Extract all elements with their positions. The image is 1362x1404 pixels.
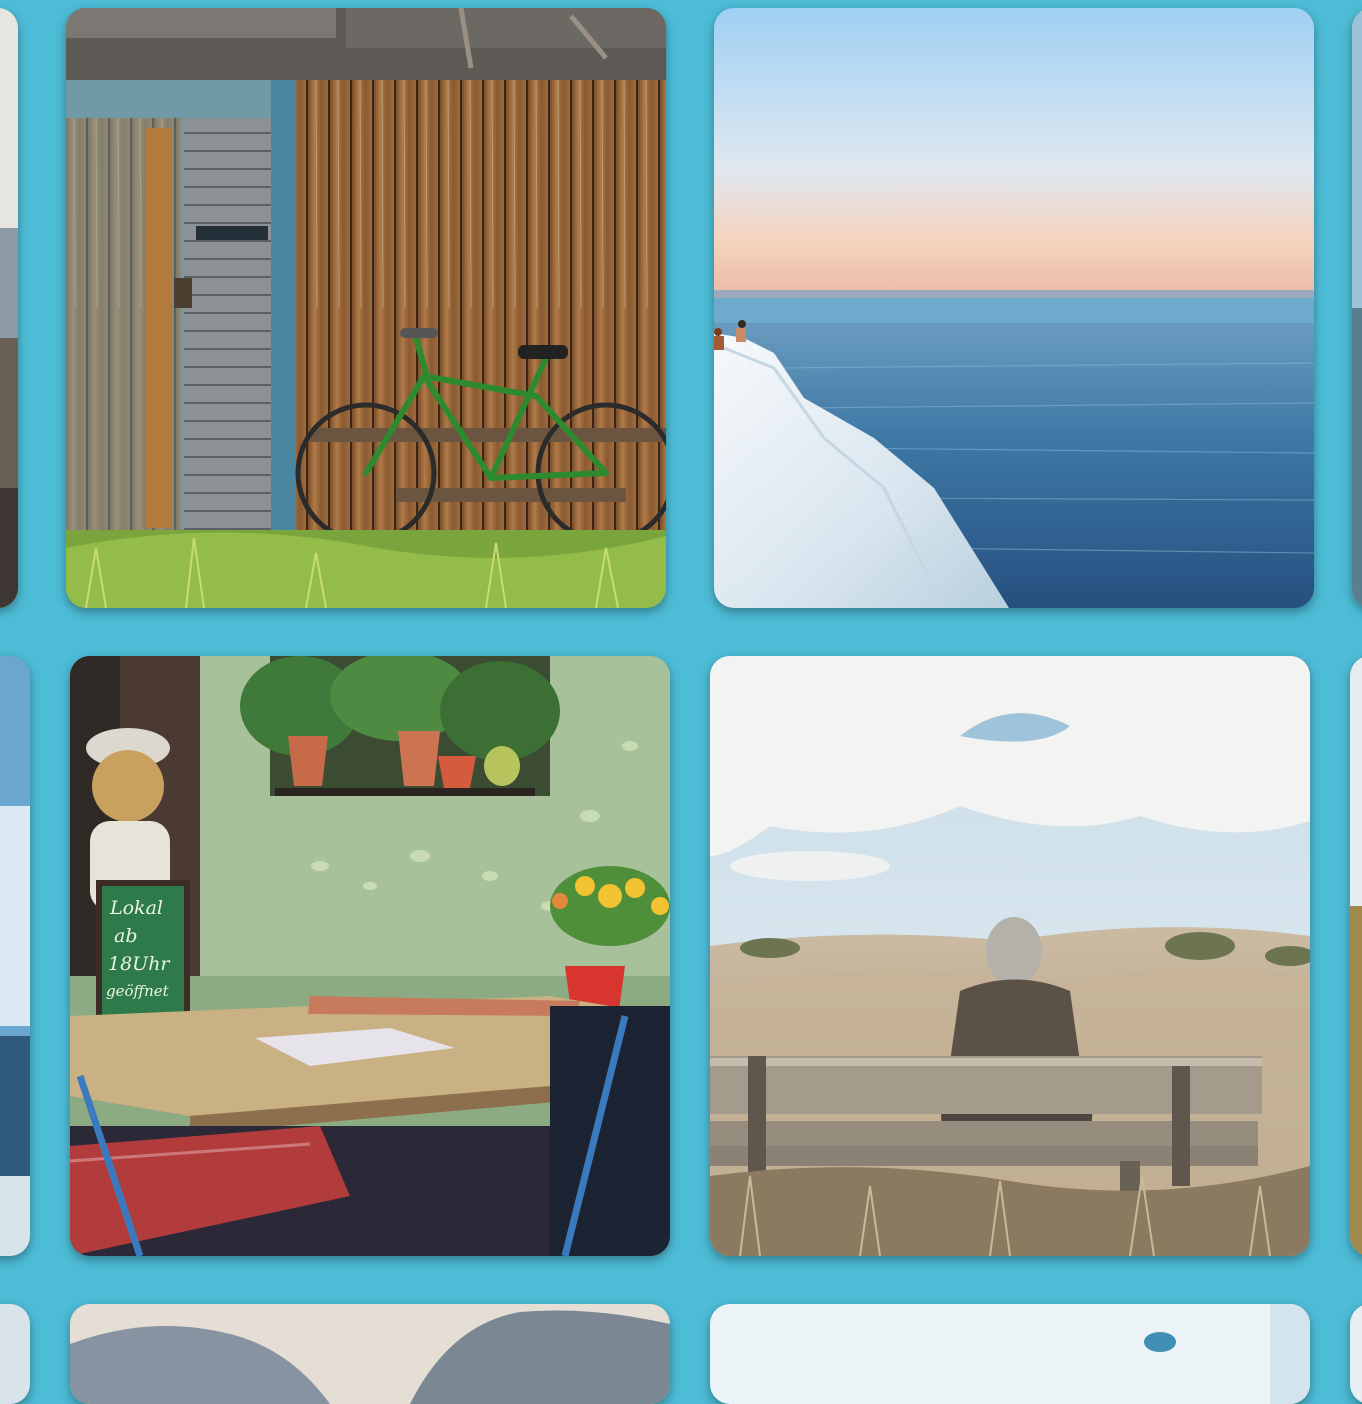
photo-image [710, 1304, 1310, 1404]
photo-image [1352, 8, 1362, 608]
photo-tile-cliff-sea[interactable] [714, 8, 1314, 608]
photo-tile-partial-left[interactable] [0, 1304, 30, 1404]
photo-image [66, 8, 666, 608]
photo-image [1350, 656, 1362, 1256]
photo-tile-partial-left[interactable] [0, 8, 18, 608]
chalkboard-line-3: 18Uhr [108, 953, 171, 975]
photo-tile-bench-dunes[interactable] [710, 656, 1310, 1256]
chalkboard-line-2: ab [114, 925, 138, 947]
photo-tile-cafe-terrace[interactable]: Lokal ab 18Uhr geöffnet [70, 656, 670, 1256]
photo-tile-partial-right[interactable] [1352, 8, 1362, 608]
photo-image [0, 1304, 30, 1404]
photo-tile-sky[interactable] [710, 1304, 1310, 1404]
photo-tile-partial-right[interactable] [1350, 1304, 1362, 1404]
photo-tile-partial-left[interactable] [0, 656, 30, 1256]
photo-image [714, 8, 1314, 608]
photo-tile-partial-right[interactable] [1350, 656, 1362, 1256]
photo-image [70, 1304, 670, 1404]
photo-image [0, 8, 18, 608]
photo-image [1350, 1304, 1362, 1404]
photo-image [0, 656, 30, 1256]
photo-tile-shed-bicycle[interactable] [66, 8, 666, 608]
photo-tile-mountain[interactable] [70, 1304, 670, 1404]
chalkboard-line-1: Lokal [109, 897, 163, 919]
photo-image [710, 656, 1310, 1256]
photo-image: Lokal ab 18Uhr geöffnet [70, 656, 670, 1256]
chalkboard-line-4: geöffnet [106, 982, 170, 1000]
